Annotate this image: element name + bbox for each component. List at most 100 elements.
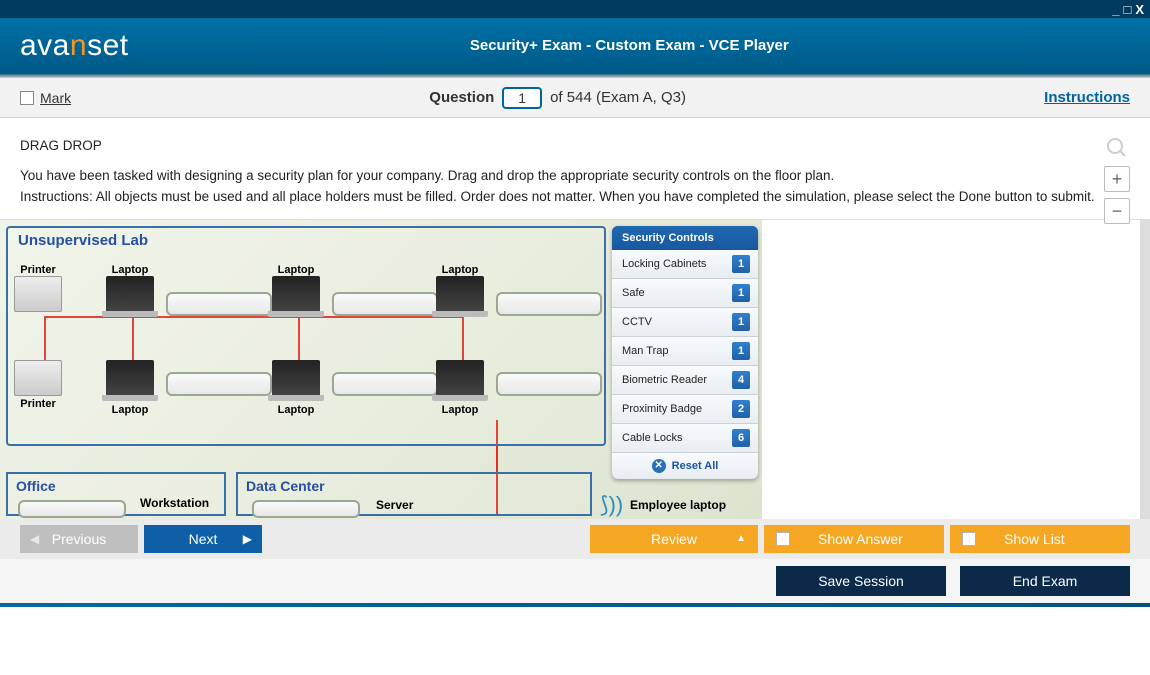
security-item-label: Biometric Reader xyxy=(622,374,707,386)
security-item-label: Cable Locks xyxy=(622,432,683,444)
previous-label: Previous xyxy=(52,531,106,547)
show-list-toggle[interactable]: Show List xyxy=(950,525,1130,553)
drop-slot[interactable] xyxy=(332,292,438,316)
show-list-checkbox[interactable] xyxy=(962,532,976,546)
security-item-label: Proximity Badge xyxy=(622,403,702,415)
save-session-button[interactable]: Save Session xyxy=(776,566,946,596)
office-title: Office xyxy=(8,474,224,498)
reset-label: Reset All xyxy=(672,460,719,472)
show-answer-checkbox[interactable] xyxy=(776,532,790,546)
zoom-in-button[interactable]: + xyxy=(1104,166,1130,192)
mark-checkbox[interactable] xyxy=(20,91,34,105)
printer-device-1: Printer xyxy=(14,262,62,312)
printer-icon xyxy=(14,360,62,396)
review-label: Review xyxy=(651,531,697,547)
logo-accent: n xyxy=(70,29,87,62)
floor-plan[interactable]: Unsupervised Lab Printer Laptop Laptop L… xyxy=(0,220,762,519)
logo-part1: ava xyxy=(20,29,70,62)
minimize-icon[interactable]: _ xyxy=(1112,2,1119,17)
question-bar: Mark Question 1 of 544 (Exam A, Q3) Inst… xyxy=(0,78,1150,118)
magnifier-icon[interactable] xyxy=(1105,136,1129,160)
security-item-man-trap[interactable]: Man Trap 1 xyxy=(612,337,758,366)
laptop-device-2: Laptop xyxy=(272,262,320,312)
security-item-cctv[interactable]: CCTV 1 xyxy=(612,308,758,337)
question-line1: You have been tasked with designing a se… xyxy=(20,166,1130,186)
drop-slot[interactable] xyxy=(18,500,126,518)
laptop-icon xyxy=(436,276,484,312)
device-label: Laptop xyxy=(272,404,320,416)
action-bar: Save Session End Exam xyxy=(0,559,1150,603)
drop-slot[interactable] xyxy=(166,292,272,316)
show-answer-label: Show Answer xyxy=(818,531,903,547)
laptop-device-1: Laptop xyxy=(106,262,154,312)
laptop-device-6: Laptop xyxy=(436,360,484,416)
drop-slot[interactable] xyxy=(496,372,602,396)
reset-all-button[interactable]: ✕ Reset All xyxy=(612,453,758,479)
laptop-icon xyxy=(272,360,320,396)
chevron-right-icon: ▶ xyxy=(243,532,252,546)
question-heading: DRAG DROP xyxy=(20,136,1130,156)
laptop-device-3: Laptop xyxy=(436,262,484,312)
next-button[interactable]: Next ▶ xyxy=(144,525,262,553)
zoom-out-button[interactable]: − xyxy=(1104,198,1130,224)
laptop-device-4: Laptop xyxy=(106,360,154,416)
show-answer-toggle[interactable]: Show Answer xyxy=(764,525,944,553)
printer-icon xyxy=(14,276,62,312)
security-item-label: Locking Cabinets xyxy=(622,258,706,270)
security-item-count: 6 xyxy=(732,429,750,447)
security-item-count: 1 xyxy=(732,313,750,331)
triangle-up-icon: ▲ xyxy=(736,533,746,544)
simulation-sidebar xyxy=(762,220,1150,519)
reset-icon: ✕ xyxy=(652,459,666,473)
previous-button[interactable]: ◀ Previous xyxy=(20,525,138,553)
laptop-icon xyxy=(436,360,484,396)
question-label: Question xyxy=(429,89,494,106)
logo-part2: set xyxy=(87,29,129,62)
bottom-stripe xyxy=(0,603,1150,607)
security-item-label: Man Trap xyxy=(622,345,668,357)
show-list-label: Show List xyxy=(1004,531,1065,547)
security-item-locking-cabinets[interactable]: Locking Cabinets 1 xyxy=(612,250,758,279)
review-button[interactable]: Review ▲ xyxy=(590,525,758,553)
question-number-input[interactable]: 1 xyxy=(502,87,542,109)
bottom-nav: ◀ Previous Next ▶ Review ▲ Show Answer S… xyxy=(0,519,1150,559)
lab-title: Unsupervised Lab xyxy=(18,232,148,249)
workstation-label: Workstation xyxy=(140,496,209,510)
laptop-device-5: Laptop xyxy=(272,360,320,416)
exam-title: Security+ Exam - Custom Exam - VCE Playe… xyxy=(129,37,1130,54)
zoom-controls: + − xyxy=(1104,136,1130,224)
device-label: Printer xyxy=(14,264,62,276)
instructions-link[interactable]: Instructions xyxy=(1044,89,1130,106)
security-panel-header: Security Controls xyxy=(612,226,758,250)
security-item-count: 1 xyxy=(732,284,750,302)
close-icon[interactable]: X xyxy=(1135,2,1144,17)
drop-slot[interactable] xyxy=(252,500,360,518)
drop-slot[interactable] xyxy=(496,292,602,316)
security-item-proximity-badge[interactable]: Proximity Badge 2 xyxy=(612,395,758,424)
question-indicator: Question 1 of 544 (Exam A, Q3) xyxy=(71,87,1044,109)
laptop-icon xyxy=(106,276,154,312)
device-label: Laptop xyxy=(436,264,484,276)
app-header: avanset Security+ Exam - Custom Exam - V… xyxy=(0,18,1150,73)
drop-slot[interactable] xyxy=(166,372,272,396)
security-item-safe[interactable]: Safe 1 xyxy=(612,279,758,308)
device-label: Laptop xyxy=(106,264,154,276)
security-item-cable-locks[interactable]: Cable Locks 6 xyxy=(612,424,758,453)
device-label: Laptop xyxy=(106,404,154,416)
end-exam-button[interactable]: End Exam xyxy=(960,566,1130,596)
mark-group[interactable]: Mark xyxy=(20,90,71,106)
simulation-area: Unsupervised Lab Printer Laptop Laptop L… xyxy=(0,219,1150,519)
security-item-count: 2 xyxy=(732,400,750,418)
security-item-biometric-reader[interactable]: Biometric Reader 4 xyxy=(612,366,758,395)
chevron-left-icon: ◀ xyxy=(30,532,39,546)
content-area: DRAG DROP You have been tasked with desi… xyxy=(0,118,1150,519)
laptop-icon xyxy=(272,276,320,312)
wifi-icon: ⟆)) xyxy=(600,492,623,518)
employee-laptop-label: Employee laptop xyxy=(630,498,726,512)
security-item-count: 1 xyxy=(732,255,750,273)
question-line2: Instructions: All objects must be used a… xyxy=(20,187,1130,207)
maximize-icon[interactable]: □ xyxy=(1123,2,1131,17)
laptop-icon xyxy=(106,360,154,396)
drop-slot[interactable] xyxy=(332,372,438,396)
security-item-count: 1 xyxy=(732,342,750,360)
